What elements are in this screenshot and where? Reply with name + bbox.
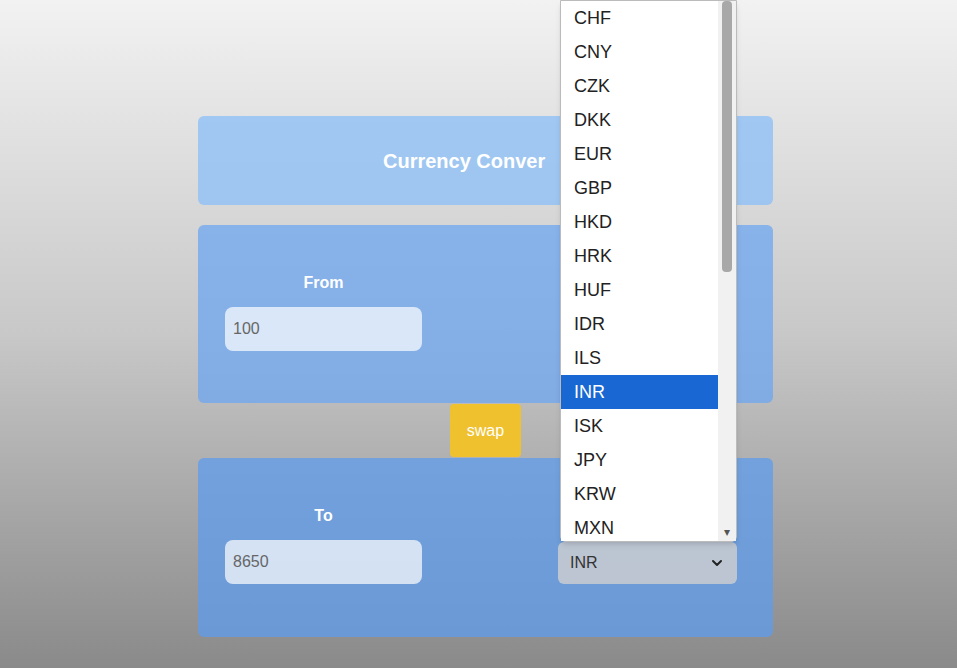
to-amount-input[interactable]: 8650: [225, 540, 422, 584]
currency-option[interactable]: CZK: [561, 69, 718, 103]
scrollbar-thumb[interactable]: [722, 1, 732, 272]
currency-option[interactable]: JPY: [561, 443, 718, 477]
currency-option[interactable]: IDR: [561, 307, 718, 341]
page: Currency ConverFrom100swapTo8650INRCHFCN…: [0, 0, 957, 668]
to-currency-value: INR: [570, 551, 598, 575]
currency-option[interactable]: INR: [561, 375, 718, 409]
currency-option[interactable]: GBP: [561, 171, 718, 205]
currency-option[interactable]: DKK: [561, 103, 718, 137]
currency-option[interactable]: EUR: [561, 137, 718, 171]
from-label: From: [304, 273, 344, 293]
currency-option[interactable]: HUF: [561, 273, 718, 307]
from-amount-input[interactable]: 100: [225, 307, 422, 351]
currency-option[interactable]: HRK: [561, 239, 718, 273]
currency-option[interactable]: ISK: [561, 409, 718, 443]
title: Currency Conver: [383, 146, 545, 176]
swap-button[interactable]: swap: [450, 404, 521, 457]
currency-option[interactable]: CNY: [561, 35, 718, 69]
chevron-down-icon: [709, 555, 725, 571]
currency-option[interactable]: ILS: [561, 341, 718, 375]
currency-option[interactable]: MXN: [561, 511, 718, 541]
currency-option[interactable]: KRW: [561, 477, 718, 511]
scrollbar[interactable]: ▾: [718, 1, 736, 541]
scroll-down-arrow[interactable]: ▾: [718, 523, 736, 541]
to-label: To: [314, 506, 332, 526]
scrollbar-track: [718, 1, 736, 523]
to-currency-select[interactable]: INR: [558, 542, 737, 584]
to-column: To 8650: [225, 506, 422, 584]
currency-option[interactable]: HKD: [561, 205, 718, 239]
from-column: From 100: [225, 273, 422, 351]
currency-option[interactable]: CHF: [561, 1, 718, 35]
currency-dropdown[interactable]: CHFCNYCZKDKKEURGBPHKDHRKHUFIDRILSINRISKJ…: [560, 0, 737, 542]
currency-list: CHFCNYCZKDKKEURGBPHKDHRKHUFIDRILSINRISKJ…: [561, 1, 718, 541]
